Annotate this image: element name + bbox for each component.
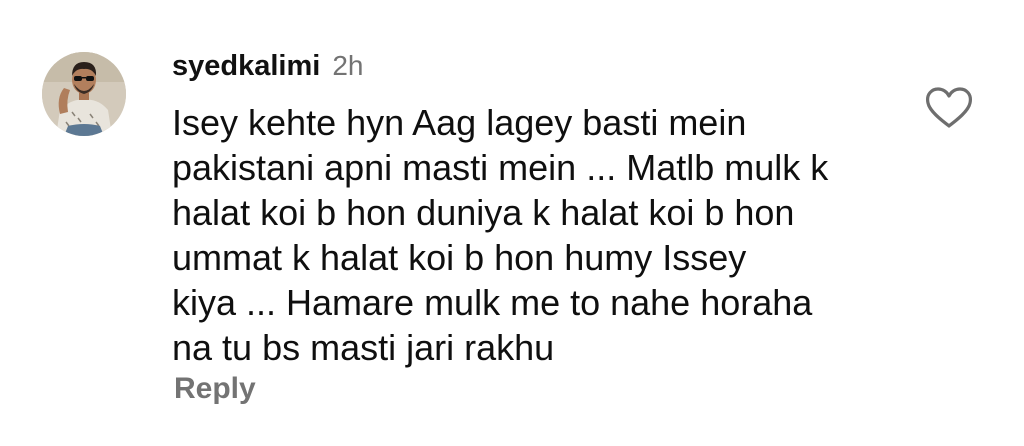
- avatar[interactable]: [42, 52, 126, 136]
- like-button[interactable]: [924, 86, 974, 130]
- avatar-photo: [42, 52, 126, 136]
- timestamp: 2h: [332, 50, 364, 81]
- reply-button[interactable]: Reply: [174, 372, 256, 406]
- heart-outline-icon: [926, 87, 972, 128]
- username[interactable]: syedkalimi: [172, 50, 320, 83]
- comment-text: Isey kehte hyn Aag lagey basti mein paki…: [172, 102, 829, 368]
- comment-header: syedkalimi 2h: [172, 50, 363, 86]
- comment: syedkalimi 2h Isey kehte hyn Aag lagey b…: [0, 0, 1024, 446]
